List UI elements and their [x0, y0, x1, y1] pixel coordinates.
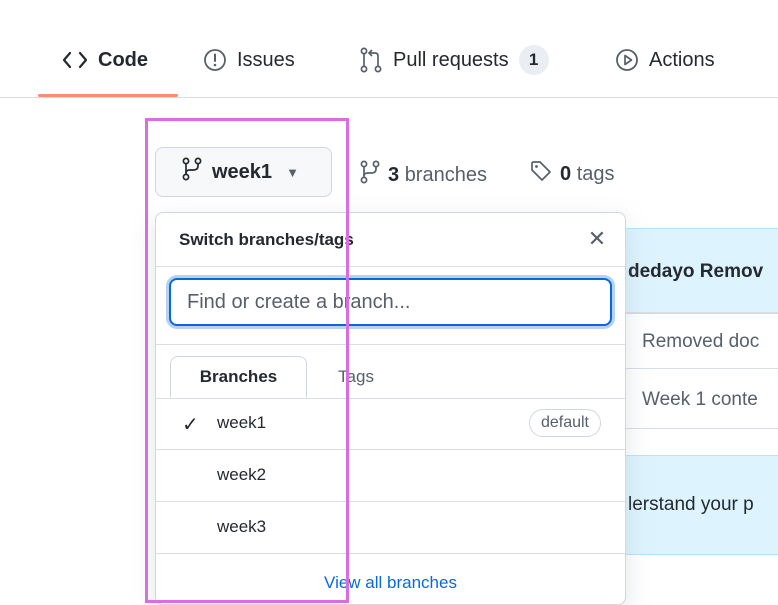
branch-item-label: week3 — [217, 517, 267, 536]
chevron-down-icon: ▼ — [286, 164, 299, 180]
branches-text: branches — [404, 163, 487, 186]
tab-pull-requests-label: Pull requests — [393, 48, 509, 71]
view-all-branches-link[interactable]: View all branches — [156, 560, 625, 604]
branches-link[interactable]: 3 branches — [360, 160, 487, 190]
branch-select-button[interactable]: week1 ▼ — [155, 147, 332, 197]
tags-link[interactable]: 0 tags — [530, 160, 615, 188]
branch-item-week1[interactable]: ✓ week1 default — [156, 398, 625, 450]
tab-pull-requests[interactable]: Pull requests 1 — [359, 44, 549, 76]
branches-count: 3 — [388, 163, 400, 186]
branch-item-week2[interactable]: week2 — [156, 450, 625, 502]
dropdown-header: Switch branches/tags ✕ — [156, 213, 625, 267]
tags-text: tags — [576, 162, 615, 185]
file-row-divider — [600, 428, 778, 429]
tags-count: 0 — [560, 162, 572, 185]
branch-filter-input[interactable] — [169, 278, 612, 326]
tab-code[interactable]: Code — [62, 44, 148, 76]
file-row-divider — [600, 312, 778, 313]
readme-banner-text: lerstand your p — [628, 494, 754, 515]
tab-code-label: Code — [98, 48, 148, 71]
branch-dropdown: Switch branches/tags ✕ Branches Tags ✓ w… — [155, 212, 626, 605]
file-row-message: Week 1 conte — [642, 389, 758, 410]
git-pull-request-icon — [359, 47, 383, 73]
tab-issues-label: Issues — [237, 48, 295, 71]
issue-opened-icon — [203, 48, 227, 72]
pull-requests-counter: 1 — [518, 45, 549, 75]
git-branch-icon — [360, 160, 380, 190]
file-row-divider — [600, 368, 778, 369]
dropdown-filter — [156, 266, 625, 345]
tab-actions-label: Actions — [649, 48, 715, 71]
commit-author: dedayo Remov — [628, 261, 764, 282]
dropdown-tabs: Branches Tags — [156, 344, 625, 399]
branch-item-label: week2 — [217, 465, 267, 484]
latest-commit-text: dedayo Remov — [628, 261, 763, 283]
git-branch-icon — [182, 157, 202, 187]
tab-issues[interactable]: Issues — [203, 44, 295, 76]
check-icon: ✓ — [182, 414, 199, 436]
repo-nav: Code Issues Pull requests 1 Actions — [0, 0, 778, 98]
active-tab-underline — [38, 94, 178, 97]
default-badge: default — [528, 409, 601, 437]
current-branch-label: week1 — [212, 160, 273, 183]
tab-actions[interactable]: Actions — [615, 44, 715, 76]
tag-icon — [530, 160, 552, 188]
branch-item-week3[interactable]: week3 — [156, 502, 625, 554]
tab-tags[interactable]: Tags — [316, 356, 396, 398]
tab-branches[interactable]: Branches — [170, 356, 307, 398]
branch-item-label: week1 — [217, 413, 267, 432]
file-row-message: Removed doc — [642, 331, 760, 352]
code-icon — [62, 50, 88, 70]
close-icon[interactable]: ✕ — [583, 225, 611, 253]
dropdown-title: Switch branches/tags — [179, 230, 354, 249]
play-icon — [615, 48, 639, 72]
